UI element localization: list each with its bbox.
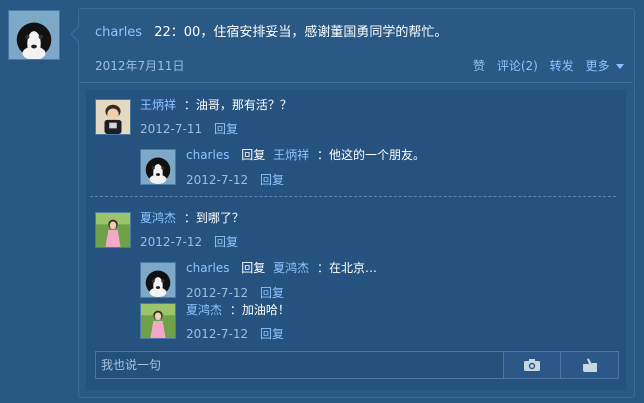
reply-text: ：加油哈！ (229, 303, 290, 317)
comment-date: 2012-7-11 (140, 122, 203, 136)
comment-text: ：到哪了？ (183, 211, 244, 225)
dog-avatar-image (141, 263, 175, 297)
camera-icon (524, 359, 540, 371)
reply-1-1-meta: 2012-7-12 回复 (186, 172, 284, 188)
reply-avatar[interactable] (140, 303, 176, 339)
card-pointer-inner (72, 27, 79, 41)
comment-1: 王炳祥 ：油哥，那有活？？ (140, 97, 292, 113)
reply-2-1-meta: 2012-7-12 回复 (186, 285, 284, 301)
post-actions: 赞 评论(2) 转发 更多 (473, 58, 625, 74)
reply-2-1: charles 回复 夏鸿杰 ：在北京… (186, 260, 377, 276)
reply-avatar[interactable] (140, 149, 176, 185)
camera-button[interactable] (503, 351, 561, 379)
comment-input[interactable]: 我也说一句 (95, 351, 504, 379)
reply-link[interactable]: 回复 (260, 286, 284, 300)
boy-avatar-image (96, 100, 130, 134)
reply-text: ：他这的一个朋友。 (316, 148, 425, 162)
girl-avatar-image (141, 304, 175, 338)
reply-link[interactable]: 回复 (214, 235, 238, 249)
post-content: charles 22：00，住宿安排妥当，感谢董国勇同学的帮忙。 (95, 25, 447, 41)
girl-avatar-image (96, 213, 130, 247)
comment-button[interactable]: 评论(2) (497, 59, 538, 73)
reply-target-link[interactable]: 王炳祥 (273, 148, 309, 162)
comment-author-link[interactable]: 夏鸿杰 (140, 211, 176, 225)
like-button[interactable]: 赞 (473, 59, 485, 73)
comment-2: 夏鸿杰 ：到哪了？ (140, 210, 244, 226)
commenter-avatar[interactable] (95, 212, 131, 248)
reply-date: 2012-7-12 (186, 327, 249, 341)
reply-author-link[interactable]: 夏鸿杰 (186, 303, 222, 317)
thumb-button[interactable] (560, 351, 619, 379)
comment-author-link[interactable]: 王炳祥 (140, 98, 176, 112)
comment-2-meta: 2012-7-12 回复 (140, 234, 238, 250)
reply-author-link[interactable]: charles (186, 148, 229, 162)
post-date[interactable]: 2012年7月11日 (95, 58, 184, 74)
comment-1-meta: 2012-7-11 回复 (140, 121, 238, 137)
reply-avatar[interactable] (140, 262, 176, 298)
reply-2-2: 夏鸿杰 ：加油哈！ (186, 302, 290, 318)
thumbs-up-icon (582, 358, 597, 372)
reply-target-link[interactable]: 夏鸿杰 (273, 261, 309, 275)
reply-1-1: charles 回复 王炳祥 ：他这的一个朋友。 (186, 147, 425, 163)
comment-date: 2012-7-12 (140, 235, 203, 249)
reply-word: 回复 (241, 148, 266, 162)
reply-2-2-meta: 2012-7-12 回复 (186, 326, 284, 342)
reply-author-link[interactable]: charles (186, 261, 229, 275)
more-label: 更多 (585, 59, 610, 73)
dog-avatar-image (141, 150, 175, 184)
reply-text: ：在北京… (316, 261, 377, 275)
more-button[interactable]: 更多 (586, 59, 625, 73)
post-text: 22：00，住宿安排妥当，感谢董国勇同学的帮忙。 (154, 25, 448, 40)
forward-button[interactable]: 转发 (550, 59, 574, 73)
comment-text: ：油哥，那有活？？ (183, 98, 292, 112)
reply-word: 回复 (241, 261, 266, 275)
author-avatar[interactable] (8, 10, 60, 60)
reply-link[interactable]: 回复 (260, 327, 284, 341)
post-author-link[interactable]: charles (95, 25, 142, 40)
chevron-down-icon (616, 64, 625, 69)
comment-separator (90, 196, 616, 197)
post-divider (80, 82, 633, 83)
reply-link[interactable]: 回复 (260, 173, 284, 187)
commenter-avatar[interactable] (95, 99, 131, 135)
reply-date: 2012-7-12 (186, 173, 249, 187)
dog-avatar-image (9, 11, 59, 59)
reply-link[interactable]: 回复 (214, 122, 238, 136)
reply-date: 2012-7-12 (186, 286, 249, 300)
